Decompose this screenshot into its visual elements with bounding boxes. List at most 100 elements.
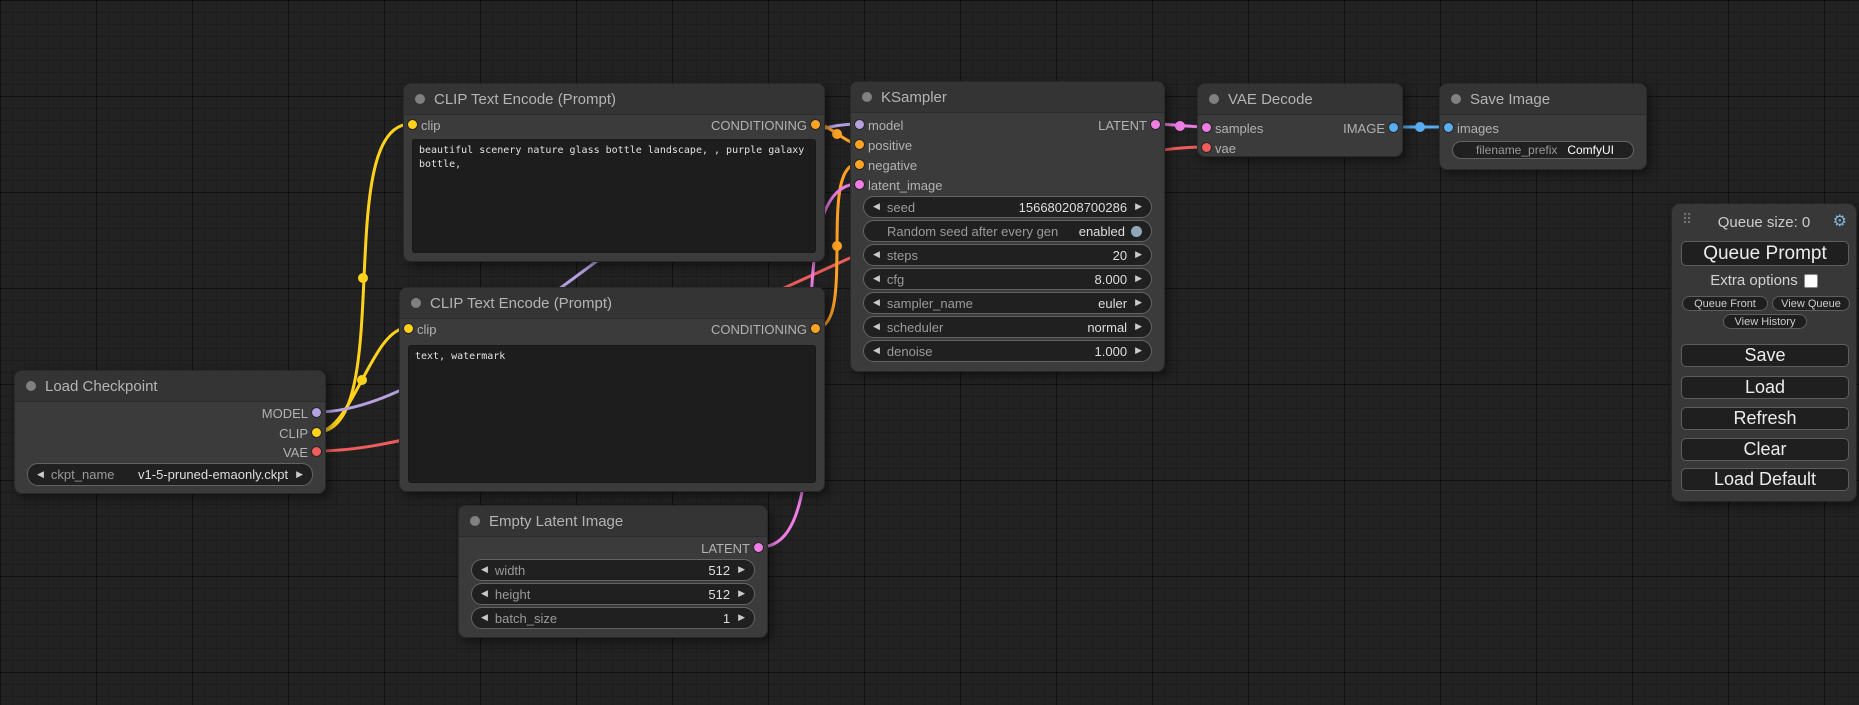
output-slot-conditioning[interactable]: CONDITIONING bbox=[711, 319, 824, 339]
node-title-bar[interactable]: CLIP Text Encode (Prompt) bbox=[404, 84, 824, 115]
output-slot-model[interactable]: MODEL bbox=[262, 403, 325, 423]
input-slot-samples[interactable]: samples bbox=[1198, 118, 1263, 138]
view-queue-button[interactable]: View Queue bbox=[1772, 296, 1850, 311]
node-title-bar[interactable]: Load Checkpoint bbox=[15, 371, 325, 402]
node-title-bar[interactable]: KSampler bbox=[851, 82, 1164, 113]
decrement-arrow-icon[interactable]: ◀ bbox=[873, 298, 880, 308]
queue-panel[interactable]: ⠿ Queue size: 0 ⚙ Queue Prompt Extra opt… bbox=[1671, 203, 1857, 502]
node-clip-text-encode-positive[interactable]: CLIP Text Encode (Prompt) clip CONDITION… bbox=[403, 83, 825, 262]
node-title-bar[interactable]: Save Image bbox=[1440, 84, 1646, 115]
node-empty-latent-image[interactable]: Empty Latent Image LATENT ◀ width 512 ▶ … bbox=[458, 505, 768, 638]
latent-output-dot[interactable] bbox=[1151, 120, 1160, 129]
node-ksampler[interactable]: KSampler model LATENT positive negative … bbox=[850, 81, 1165, 372]
decrement-arrow-icon[interactable]: ◀ bbox=[37, 470, 44, 480]
decrement-arrow-icon[interactable]: ◀ bbox=[481, 589, 488, 599]
sampler-name-widget[interactable]: ◀ sampler_name euler ▶ bbox=[863, 292, 1152, 314]
vae-output-dot[interactable] bbox=[312, 447, 321, 456]
node-title-bar[interactable]: Empty Latent Image bbox=[459, 506, 767, 537]
load-default-button[interactable]: Load Default bbox=[1681, 468, 1849, 491]
input-slot-negative[interactable]: negative bbox=[851, 155, 917, 175]
view-history-button[interactable]: View History bbox=[1723, 314, 1807, 329]
latent-input-dot[interactable] bbox=[1202, 123, 1211, 132]
node-save-image[interactable]: Save Image images filename_prefix ComfyU… bbox=[1439, 83, 1647, 170]
link-midpoint-dot[interactable] bbox=[1415, 122, 1425, 132]
input-slot-latent-image[interactable]: latent_image bbox=[851, 175, 942, 195]
input-slot-clip[interactable]: clip bbox=[400, 319, 437, 339]
toggle-knob[interactable] bbox=[1131, 226, 1142, 237]
output-slot-image[interactable]: IMAGE bbox=[1343, 118, 1402, 138]
decrement-arrow-icon[interactable]: ◀ bbox=[873, 346, 880, 356]
decrement-arrow-icon[interactable]: ◀ bbox=[873, 322, 880, 332]
link-midpoint-dot[interactable] bbox=[832, 129, 842, 139]
output-slot-clip[interactable]: CLIP bbox=[279, 423, 325, 443]
output-slot-latent[interactable]: LATENT bbox=[1098, 115, 1164, 135]
gear-icon[interactable]: ⚙ bbox=[1833, 211, 1847, 230]
conditioning-output-dot[interactable] bbox=[811, 120, 820, 129]
latent-output-dot[interactable] bbox=[754, 543, 763, 552]
extra-options-checkbox[interactable] bbox=[1804, 274, 1818, 288]
increment-arrow-icon[interactable]: ▶ bbox=[1135, 322, 1142, 332]
collapse-dot-icon[interactable] bbox=[415, 94, 425, 104]
conditioning-input-dot[interactable] bbox=[855, 140, 864, 149]
node-clip-text-encode-negative[interactable]: CLIP Text Encode (Prompt) clip CONDITION… bbox=[399, 287, 825, 492]
clip-input-dot[interactable] bbox=[404, 324, 413, 333]
collapse-dot-icon[interactable] bbox=[1451, 94, 1461, 104]
save-button[interactable]: Save bbox=[1681, 344, 1849, 367]
node-title-bar[interactable]: VAE Decode bbox=[1198, 84, 1402, 115]
increment-arrow-icon[interactable]: ▶ bbox=[1135, 298, 1142, 308]
increment-arrow-icon[interactable]: ▶ bbox=[1135, 202, 1142, 212]
link-midpoint-dot[interactable] bbox=[357, 375, 367, 385]
vae-input-dot[interactable] bbox=[1202, 143, 1211, 152]
link-midpoint-dot[interactable] bbox=[1175, 121, 1185, 131]
comfyui-canvas[interactable]: { "colors": { "clip_type": "#ffd31c", "c… bbox=[0, 0, 1859, 705]
collapse-dot-icon[interactable] bbox=[1209, 94, 1219, 104]
input-slot-positive[interactable]: positive bbox=[851, 135, 912, 155]
increment-arrow-icon[interactable]: ▶ bbox=[1135, 346, 1142, 356]
collapse-dot-icon[interactable] bbox=[411, 298, 421, 308]
increment-arrow-icon[interactable]: ▶ bbox=[738, 589, 745, 599]
model-output-dot[interactable] bbox=[312, 408, 321, 417]
increment-arrow-icon[interactable]: ▶ bbox=[738, 565, 745, 575]
queue-front-button[interactable]: Queue Front bbox=[1682, 296, 1768, 311]
image-output-dot[interactable] bbox=[1389, 123, 1398, 132]
node-load-checkpoint[interactable]: Load Checkpoint MODEL CLIP VAE ◀ ckpt_na… bbox=[14, 370, 326, 494]
clear-button[interactable]: Clear bbox=[1681, 438, 1849, 461]
node-title-bar[interactable]: CLIP Text Encode (Prompt) bbox=[400, 288, 824, 319]
latent-input-dot[interactable] bbox=[855, 180, 864, 189]
output-slot-latent[interactable]: LATENT bbox=[701, 538, 767, 558]
denoise-widget[interactable]: ◀ denoise 1.000 ▶ bbox=[863, 340, 1152, 362]
output-slot-vae[interactable]: VAE bbox=[283, 442, 325, 462]
steps-widget[interactable]: ◀ steps 20 ▶ bbox=[863, 244, 1152, 266]
prompt-textarea[interactable]: text, watermark bbox=[408, 345, 816, 483]
prompt-textarea[interactable]: beautiful scenery nature glass bottle la… bbox=[412, 139, 816, 253]
input-slot-model[interactable]: model bbox=[851, 115, 903, 135]
height-widget[interactable]: ◀ height 512 ▶ bbox=[471, 583, 755, 605]
decrement-arrow-icon[interactable]: ◀ bbox=[481, 565, 488, 575]
decrement-arrow-icon[interactable]: ◀ bbox=[873, 202, 880, 212]
model-input-dot[interactable] bbox=[855, 120, 864, 129]
increment-arrow-icon[interactable]: ▶ bbox=[1135, 274, 1142, 284]
filename-prefix-widget[interactable]: filename_prefix ComfyUI bbox=[1452, 141, 1634, 159]
scheduler-widget[interactable]: ◀ scheduler normal ▶ bbox=[863, 316, 1152, 338]
conditioning-input-dot[interactable] bbox=[855, 160, 864, 169]
collapse-dot-icon[interactable] bbox=[26, 381, 36, 391]
decrement-arrow-icon[interactable]: ◀ bbox=[481, 613, 488, 623]
output-slot-conditioning[interactable]: CONDITIONING bbox=[711, 115, 824, 135]
increment-arrow-icon[interactable]: ▶ bbox=[1135, 250, 1142, 260]
clip-output-dot[interactable] bbox=[312, 428, 321, 437]
clip-input-dot[interactable] bbox=[408, 120, 417, 129]
decrement-arrow-icon[interactable]: ◀ bbox=[873, 274, 880, 284]
increment-arrow-icon[interactable]: ▶ bbox=[738, 613, 745, 623]
decrement-arrow-icon[interactable]: ◀ bbox=[873, 250, 880, 260]
node-vae-decode[interactable]: VAE Decode samples IMAGE vae bbox=[1197, 83, 1403, 157]
image-input-dot[interactable] bbox=[1444, 123, 1453, 132]
seed-widget[interactable]: ◀ seed 156680208700286 ▶ bbox=[863, 196, 1152, 218]
input-slot-vae[interactable]: vae bbox=[1198, 138, 1236, 158]
collapse-dot-icon[interactable] bbox=[470, 516, 480, 526]
link-midpoint-dot[interactable] bbox=[832, 241, 842, 251]
load-button[interactable]: Load bbox=[1681, 376, 1849, 399]
link-midpoint-dot[interactable] bbox=[358, 273, 368, 283]
width-widget[interactable]: ◀ width 512 ▶ bbox=[471, 559, 755, 581]
collapse-dot-icon[interactable] bbox=[862, 92, 872, 102]
input-slot-images[interactable]: images bbox=[1440, 118, 1499, 138]
